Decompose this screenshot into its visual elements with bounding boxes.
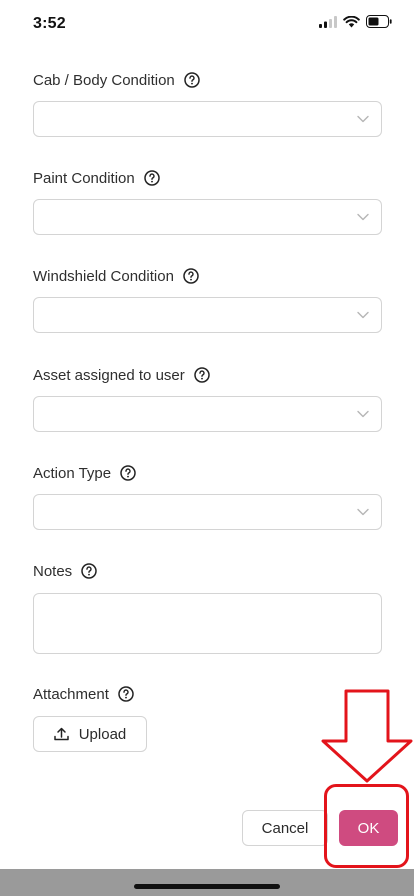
wifi-icon	[343, 15, 360, 27]
field-label-row: Windshield Condition	[33, 266, 382, 286]
signal-icon	[319, 15, 337, 28]
paint-condition-select[interactable]	[33, 199, 382, 235]
asset-assigned-to-user-field: Asset assigned to user	[33, 365, 382, 432]
cab-body-condition-field: Cab / Body Condition	[33, 70, 382, 137]
cab-body-condition-select[interactable]	[33, 101, 382, 137]
help-icon[interactable]	[194, 367, 210, 383]
paint-condition-field: Paint Condition	[33, 168, 382, 235]
chevron-down-icon	[357, 410, 369, 418]
home-bar-area	[0, 869, 414, 896]
ok-button[interactable]: OK	[339, 810, 398, 846]
field-label-row: Cab / Body Condition	[33, 70, 382, 90]
field-label-row: Asset assigned to user	[33, 365, 382, 385]
battery-icon	[366, 15, 392, 28]
upload-label: Upload	[78, 725, 127, 743]
field-label-row: Action Type	[33, 463, 382, 483]
home-indicator[interactable]	[134, 884, 280, 889]
notes-textarea[interactable]	[33, 593, 382, 654]
field-label: Notes	[33, 562, 73, 580]
action-type-select[interactable]	[33, 494, 382, 530]
help-icon[interactable]	[183, 268, 199, 284]
chevron-down-icon	[357, 115, 369, 123]
status-bar: 3:52	[0, 0, 414, 50]
help-icon[interactable]	[81, 563, 97, 579]
upload-button[interactable]: Upload	[33, 716, 147, 752]
field-label: Windshield Condition	[33, 267, 174, 285]
action-type-field: Action Type	[33, 463, 382, 530]
field-label-row: Attachment	[33, 684, 382, 704]
help-icon[interactable]	[143, 170, 160, 186]
notes-field: Notes	[33, 561, 382, 654]
windshield-condition-field: Windshield Condition	[33, 266, 382, 333]
help-icon[interactable]	[118, 686, 134, 702]
field-label-row: Paint Condition	[33, 168, 382, 188]
field-label: Paint Condition	[33, 169, 135, 187]
chevron-down-icon	[357, 311, 369, 319]
cancel-button[interactable]: Cancel	[242, 810, 328, 846]
field-label: Cab / Body Condition	[33, 71, 175, 89]
field-label: Action Type	[33, 464, 112, 482]
chevron-down-icon	[357, 213, 369, 221]
attachment-field: Attachment	[33, 684, 382, 704]
chevron-down-icon	[357, 508, 369, 516]
help-icon[interactable]	[120, 465, 136, 481]
field-label: Attachment	[33, 685, 109, 703]
field-label: Asset assigned to user	[33, 366, 185, 384]
field-label-row: Notes	[33, 561, 382, 581]
help-icon[interactable]	[184, 72, 200, 88]
status-time: 3:52	[33, 15, 66, 32]
windshield-condition-select[interactable]	[33, 297, 382, 333]
status-icons	[319, 15, 392, 28]
asset-assigned-to-user-select[interactable]	[33, 396, 382, 432]
upload-icon	[53, 727, 69, 741]
